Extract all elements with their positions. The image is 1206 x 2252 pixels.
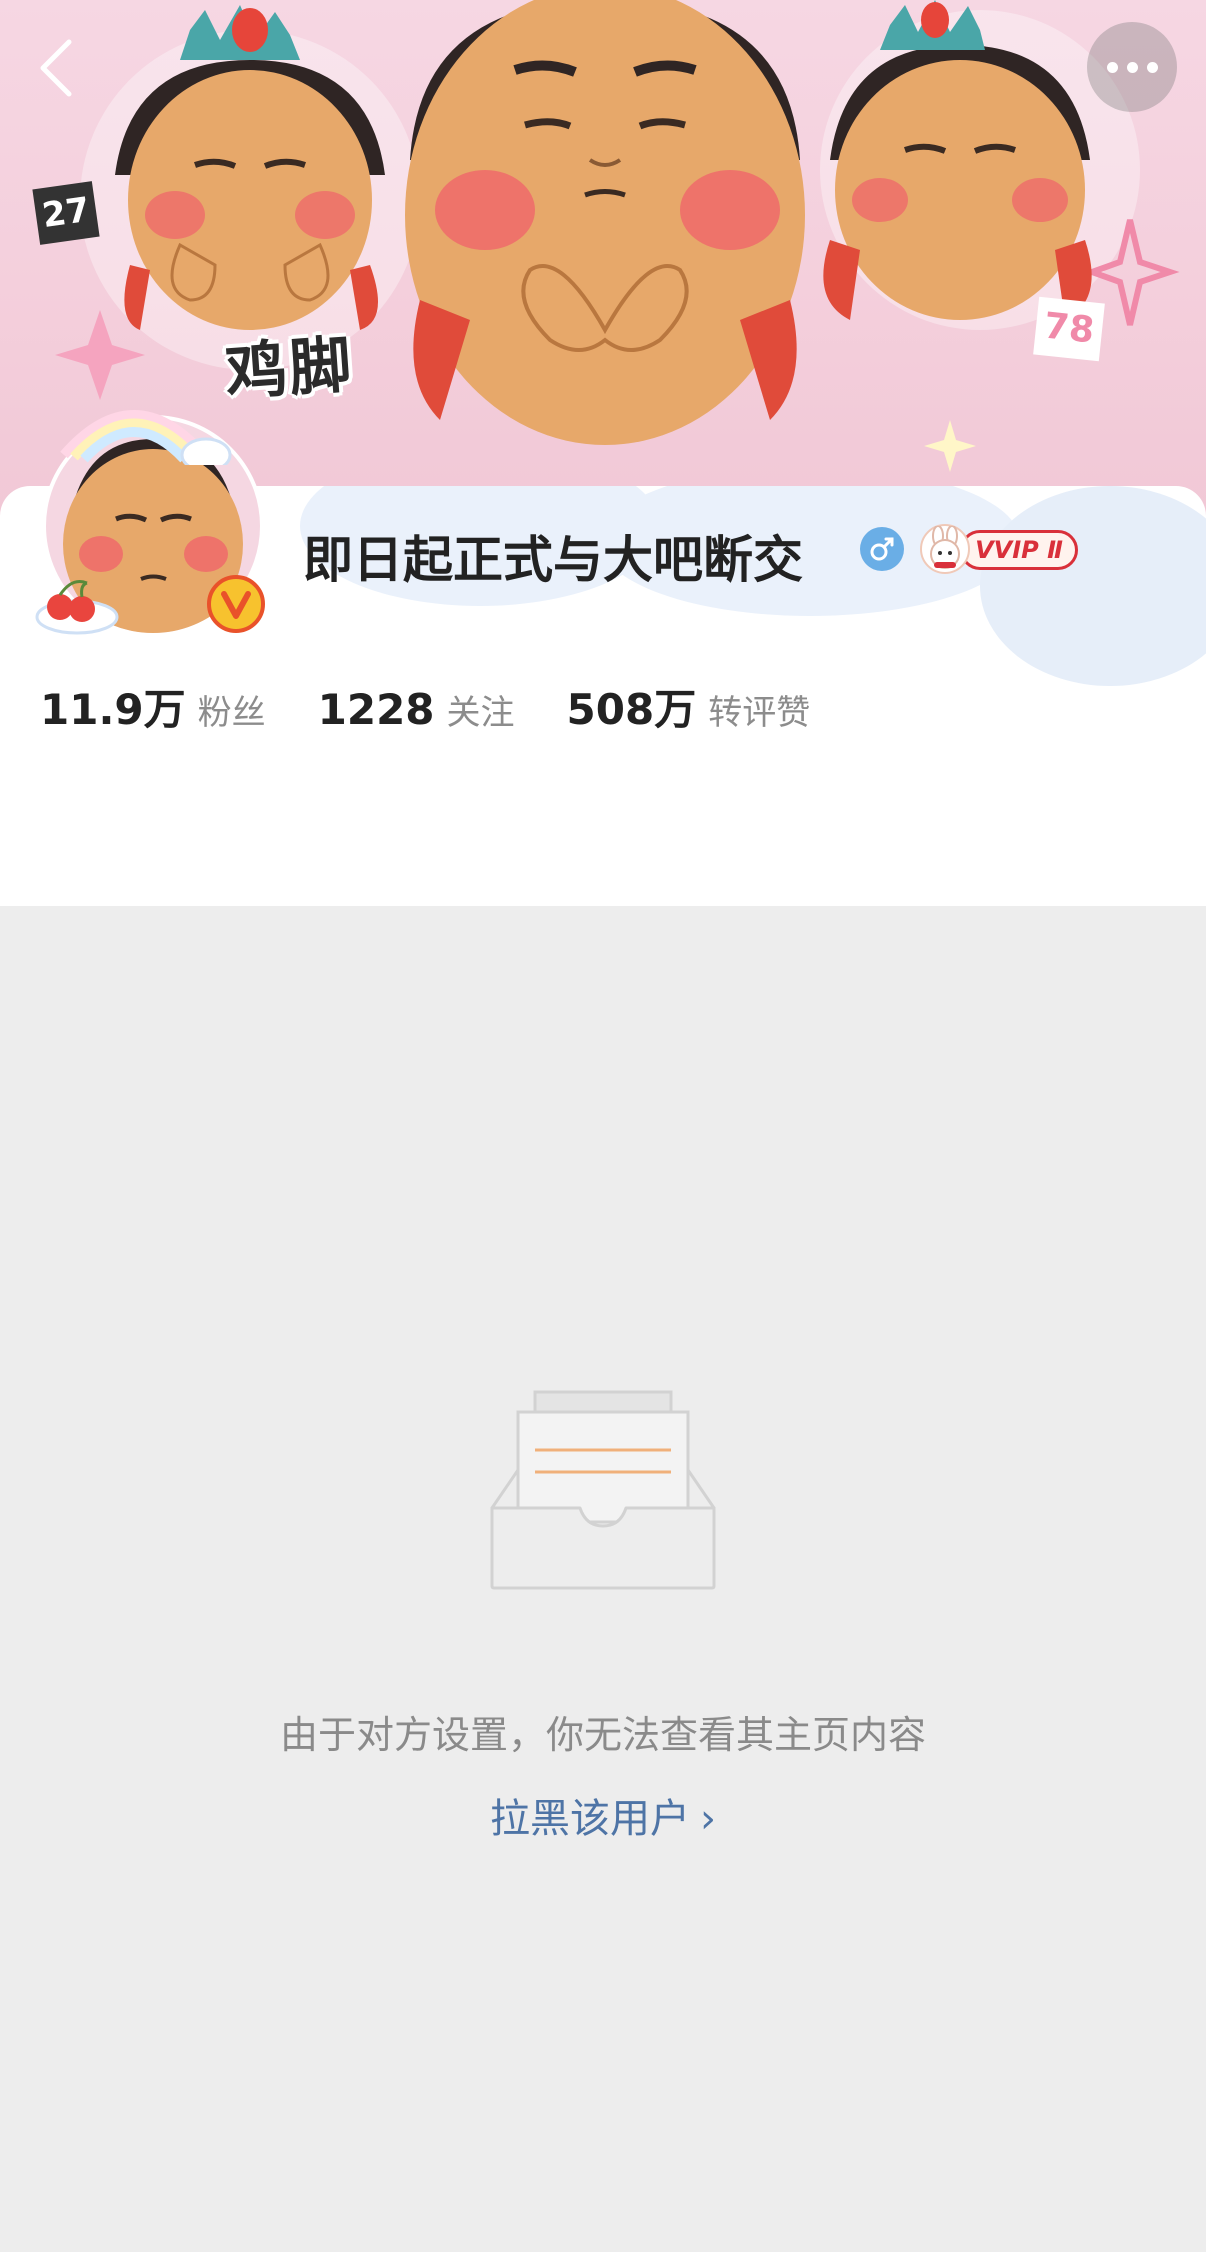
cover-tag-left: 27 [32, 181, 100, 245]
empty-state-message: 由于对方设置，你无法查看其主页内容 [279, 1713, 926, 1757]
chevron-right-icon: › [700, 1796, 716, 1842]
card-cloud-decoration [980, 486, 1206, 686]
empty-inbox-icon [490, 1390, 716, 1590]
rabbit-mascot-icon [920, 524, 970, 574]
stats-row: 11.9万 粉丝 1228 关注 508万 转评赞 [40, 676, 862, 737]
vvip-label: VVIP Ⅱ [960, 530, 1078, 570]
male-icon [860, 527, 904, 571]
stat-value: 1228 [317, 685, 435, 734]
character-left [115, 5, 385, 330]
block-user-label: 拉黑该用户 [490, 1796, 690, 1842]
more-dots-icon [1146, 61, 1158, 73]
more-dots-icon [1126, 61, 1138, 73]
cover-tag-right: 78 [1033, 296, 1105, 362]
stat-value: 11.9万 [40, 685, 186, 734]
stat-interactions[interactable]: 508万 转评赞 [567, 676, 811, 737]
profile-page: 27 78 鸡脚 即日起正式与大吧断交 VVIP Ⅱ 11.9万 粉丝 1228… [0, 0, 1206, 2252]
block-user-link[interactable]: 拉黑该用户 › [0, 1786, 1206, 1844]
more-button[interactable] [1087, 22, 1177, 112]
chevron-left-icon [40, 39, 72, 97]
character-center [405, 0, 805, 445]
cherry-decoration [35, 580, 119, 635]
stat-label: 关注 [446, 693, 515, 733]
sparkle-icon [924, 420, 976, 472]
avatar[interactable] [35, 410, 265, 637]
character-right [823, 0, 1092, 320]
verified-badge-icon [207, 575, 265, 633]
more-dots-icon [1106, 61, 1118, 73]
stat-following[interactable]: 1228 关注 [318, 685, 515, 734]
vvip-badge[interactable]: VVIP Ⅱ [920, 522, 1080, 576]
profile-nickname: 即日起正式与大吧断交 [303, 531, 803, 589]
stat-followers[interactable]: 11.9万 粉丝 [40, 676, 266, 737]
stat-value: 508万 [566, 685, 697, 734]
rainbow-decoration [60, 410, 232, 465]
stat-label: 粉丝 [197, 693, 266, 733]
stat-label: 转评赞 [708, 693, 811, 733]
cover-sticker-text: 鸡脚 [222, 327, 356, 410]
back-button[interactable] [30, 36, 80, 100]
